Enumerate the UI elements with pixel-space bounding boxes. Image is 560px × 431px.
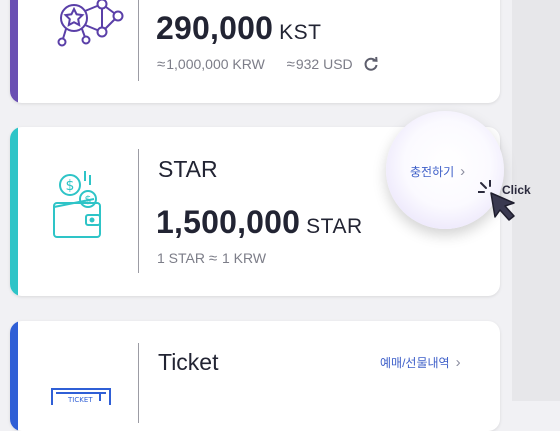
ticket-card: TICKET Ticket 예매/선물내역 › [10, 321, 500, 431]
kst-amount-unit: KST [279, 21, 322, 44]
ticket-title: Ticket [158, 349, 219, 375]
approx-symbol: ≈ [208, 250, 218, 267]
approx-symbol: ≈ [286, 56, 295, 73]
refresh-icon[interactable] [363, 56, 379, 75]
ticket-icon: TICKET [50, 385, 114, 412]
kst-amount: 290,000 KST [156, 10, 321, 47]
star-rate-right: 1 KRW [222, 250, 267, 266]
click-label: Click [502, 183, 531, 197]
kst-krw-value: 1,000,000 KRW [166, 56, 265, 72]
network-star-icon [56, 0, 126, 53]
kst-card: 290,000 KST ≈1,000,000 KRW ≈932 USD [10, 0, 500, 103]
star-title: STAR [158, 156, 218, 182]
star-rate: 1 STAR ≈ 1 KRW [157, 250, 266, 267]
charge-button[interactable]: 충전하기 › [410, 163, 465, 180]
charge-button-label: 충전하기 [410, 165, 455, 179]
chevron-right-icon: › [455, 354, 461, 371]
wallet-coin-icon: $ $ [50, 169, 110, 248]
star-rate-left: 1 STAR [157, 250, 205, 266]
svg-text:$: $ [66, 178, 75, 194]
ticket-card-accent [10, 321, 18, 431]
kst-card-accent [10, 0, 18, 103]
chevron-right-icon: › [460, 163, 466, 180]
kst-card-divider [138, 0, 139, 81]
approx-symbol: ≈ [157, 56, 166, 73]
star-amount-unit: STAR [306, 215, 363, 238]
svg-text:TICKET: TICKET [67, 396, 93, 404]
ticket-card-divider [138, 343, 139, 423]
star-amount: 1,500,000 STAR [156, 204, 363, 241]
kst-amount-value: 290,000 [156, 10, 274, 46]
ticket-history-label: 예매/선물내역 [380, 356, 450, 370]
ticket-history-link[interactable]: 예매/선물내역 › [380, 354, 461, 371]
kst-usd-value: 932 USD [295, 56, 353, 72]
star-card-accent [10, 127, 18, 296]
star-amount-value: 1,500,000 [156, 204, 301, 240]
star-card-divider [138, 149, 139, 273]
kst-conversions: ≈1,000,000 KRW ≈932 USD [157, 56, 379, 75]
